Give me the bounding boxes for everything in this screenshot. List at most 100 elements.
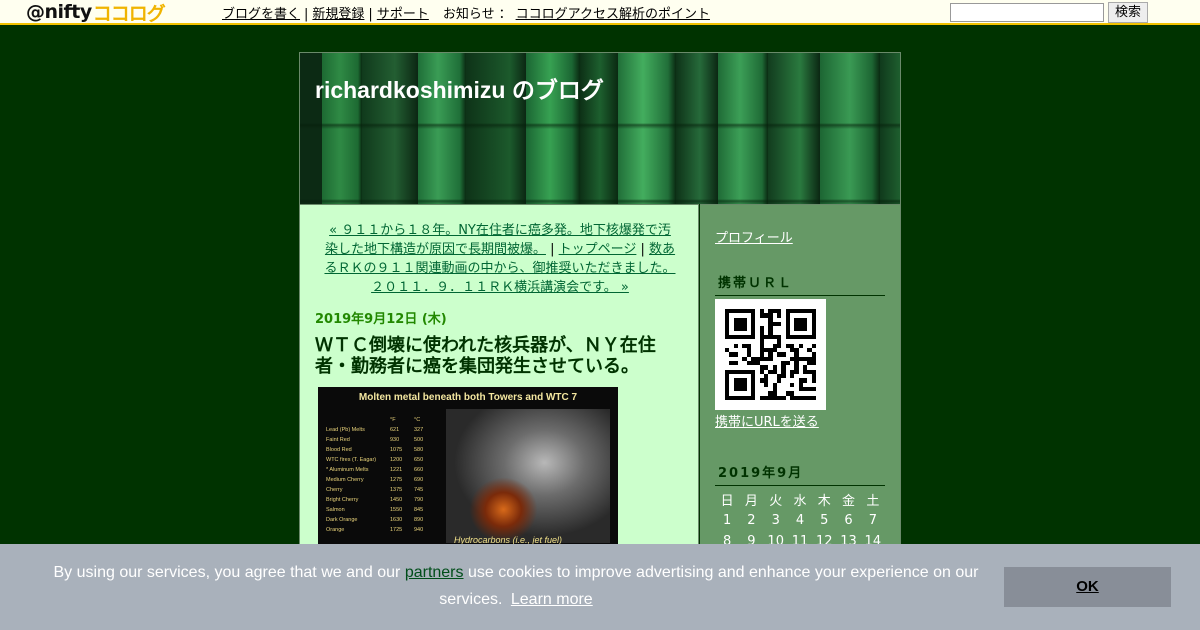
image-table-cell: Salmon — [326, 507, 345, 513]
image-heading: Molten metal beneath both Towers and WTC… — [358, 392, 578, 403]
calendar-weekday: 日 — [720, 494, 734, 509]
image-table-cell: 1550 — [390, 507, 403, 513]
learn-more-link[interactable]: Learn more — [511, 591, 593, 608]
image-table-row: WTC fires (T. Eagar) 1200 650 — [326, 455, 438, 465]
partners-link[interactable]: partners — [405, 564, 464, 581]
send-url-to-mobile-link[interactable]: 携帯にURLを送る — [715, 411, 819, 430]
calendar: 日月火水木金土 1 2 3 4 5 6 7 8 9 10 11 12 13 14 — [715, 489, 885, 552]
cookie-ok-button[interactable]: OK — [1004, 567, 1171, 607]
nav-write-blog-link[interactable]: ブログを書く — [222, 7, 300, 22]
image-table-cell: 690 — [414, 477, 424, 483]
nav-separator: | — [550, 242, 555, 257]
top-nav: ブログを書く | 新規登録 | サポート お知らせ：ココログアクセス解析のポイント — [222, 3, 710, 22]
molten-metal-photo — [446, 409, 610, 543]
news-link[interactable]: ココログアクセス解析のポイント — [516, 7, 710, 22]
calendar-heading: 2019年9月 — [715, 462, 885, 486]
image-table-cell: Faint Red — [326, 437, 350, 443]
image-table-cell: 845 — [414, 507, 424, 513]
image-table-cell: Dark Orange — [326, 517, 358, 523]
search-button[interactable]: 検索 — [1108, 2, 1148, 23]
image-table-cell: 745 — [414, 487, 424, 493]
image-col-f: °F — [390, 417, 396, 423]
image-table-row: * Aluminum Melts 1221 660 — [326, 465, 438, 475]
news-label: お知らせ — [442, 7, 495, 22]
logo-nifty-text: @nifty — [26, 1, 92, 23]
calendar-day[interactable]: 1 — [715, 513, 739, 528]
image-table-cell: 790 — [414, 497, 424, 503]
image-table-cell: 890 — [414, 517, 424, 523]
calendar-day[interactable]: 5 — [812, 513, 836, 528]
image-table-row: Medium Cherry 1275 690 — [326, 475, 438, 485]
image-table-cell: Orange — [326, 527, 345, 533]
cookie-text-before: By using our services, you agree that we… — [53, 564, 405, 581]
calendar-weekday: 月 — [744, 494, 758, 509]
calendar-day[interactable]: 2 — [739, 513, 763, 528]
cookie-message: By using our services, you agree that we… — [40, 559, 992, 613]
image-table-row: Orange 1725 940 — [326, 525, 438, 535]
image-table-cell: 580 — [414, 447, 424, 453]
calendar-day[interactable]: 7 — [861, 513, 885, 528]
calendar-day[interactable]: 6 — [836, 513, 860, 528]
image-table-row: Dark Orange 1630 890 — [326, 515, 438, 525]
image-table-cell: 1221 — [390, 467, 403, 473]
image-table-row: Salmon 1550 845 — [326, 505, 438, 515]
post-navigation: « ９１１から１８年。NY在住者に癌多発。地下核爆発で汚染した地下構造が原因で長… — [324, 221, 676, 297]
blog-title[interactable]: richardkoshimizu のブログ — [315, 71, 604, 105]
image-table-cell: 1275 — [390, 477, 403, 483]
profile-link[interactable]: プロフィール — [715, 227, 793, 246]
news-colon: ： — [498, 7, 512, 22]
image-table-cell: 930 — [390, 437, 400, 443]
calendar-weekday: 金 — [842, 494, 856, 509]
image-table-row: Lead (Pb) Melts 621 327 — [326, 425, 438, 435]
image-table-cell: 650 — [414, 457, 424, 463]
calendar-weekday: 水 — [793, 494, 807, 509]
image-table-cell: 327 — [414, 427, 424, 433]
logo-cocolog-text: ココログ — [92, 2, 166, 25]
search-input[interactable] — [950, 3, 1104, 22]
calendar-weekday: 火 — [769, 494, 783, 509]
nav-register-link[interactable]: 新規登録 — [312, 7, 364, 22]
image-table-cell: 1375 — [390, 487, 403, 493]
image-table-cell: Medium Cherry — [326, 477, 364, 483]
image-table-cell: 500 — [414, 437, 424, 443]
image-table-row: Blood Red 1075 580 — [326, 445, 438, 455]
qr-code-pattern — [725, 309, 816, 400]
post-date: 2019年9月12日 (木) — [315, 312, 447, 327]
image-table-cell: 1725 — [390, 527, 403, 533]
image-table-cell: Bright Cherry — [326, 497, 359, 503]
image-temperature-table: °F °C Lead (Pb) Melts 621 327 Faint Red 930 5… — [326, 415, 438, 535]
post-title: ＷＴＣ倒壊に使われた核兵器が、ＮＹ在住者・勤務者に癌を集団発生させている。 — [315, 335, 656, 377]
qr-code — [715, 299, 826, 410]
image-table-cell: 1200 — [390, 457, 403, 463]
image-col-c: °C — [414, 417, 421, 423]
mobile-url-heading: 携帯ＵＲＬ — [715, 272, 885, 296]
nifty-cocolog-logo[interactable]: @nifty ココログ — [26, 1, 166, 25]
image-table-cell: 621 — [390, 427, 400, 433]
calendar-day[interactable]: 4 — [788, 513, 812, 528]
nav-separator: | — [640, 242, 645, 257]
calendar-day[interactable]: 3 — [764, 513, 788, 528]
calendar-weekday: 土 — [866, 494, 880, 509]
image-table-cell: 940 — [414, 527, 424, 533]
image-table-cell: 660 — [414, 467, 424, 473]
image-table-cell: 1450 — [390, 497, 403, 503]
nav-separator: | — [304, 7, 309, 22]
image-table-cell: WTC fires (T. Eagar) — [326, 457, 377, 463]
calendar-weekday: 木 — [817, 494, 831, 509]
calendar-weekdays: 日月火水木金土 — [715, 489, 885, 510]
image-table-cell: 1075 — [390, 447, 403, 453]
image-table-cell: Cherry — [326, 487, 343, 493]
top-page-link[interactable]: トップページ — [559, 242, 637, 257]
bamboo-banner: richardkoshimizu のブログ — [300, 53, 900, 204]
cookie-consent-bar: By using our services, you agree that we… — [0, 544, 1200, 630]
post-image[interactable]: Molten metal beneath both Towers and WTC… — [318, 387, 618, 567]
image-table-cell: Lead (Pb) Melts — [326, 427, 365, 433]
image-table-cell: * Aluminum Melts — [326, 467, 369, 473]
image-table-row: Bright Cherry 1450 790 — [326, 495, 438, 505]
top-bar: @nifty ココログ ブログを書く | 新規登録 | サポート お知らせ：ココログアクセ… — [0, 0, 1200, 25]
calendar-week: 1234567 — [715, 510, 885, 531]
nav-support-link[interactable]: サポート — [377, 7, 429, 22]
nav-separator: | — [368, 7, 373, 22]
image-table-row: Faint Red 930 500 — [326, 435, 438, 445]
image-table-cell: Blood Red — [326, 447, 352, 453]
